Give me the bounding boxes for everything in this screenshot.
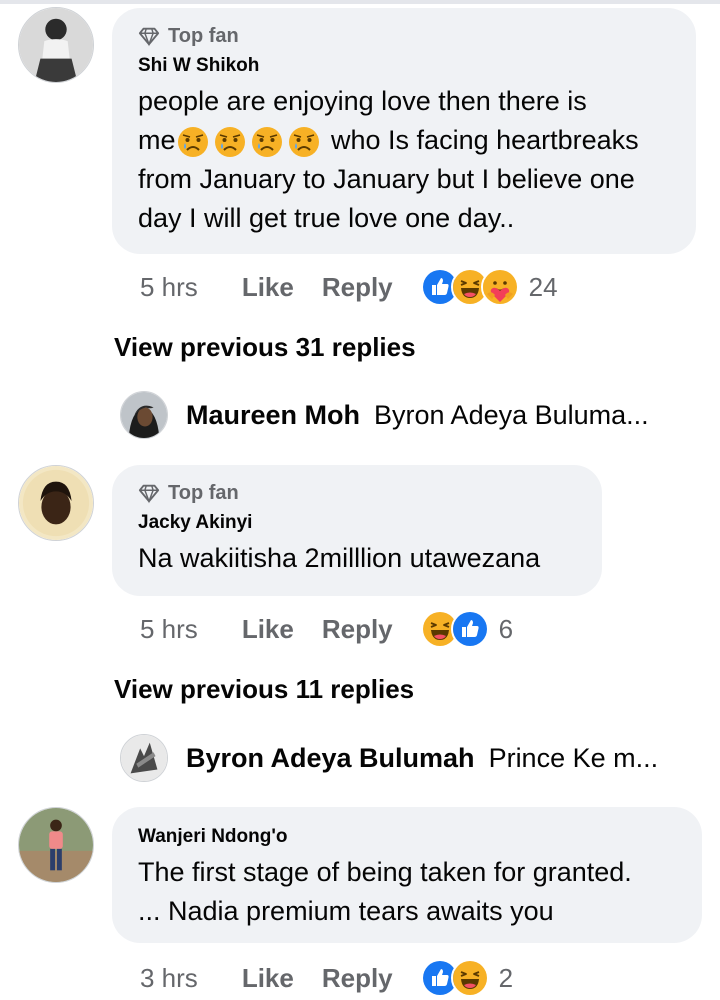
comment-bubble: Wanjeri Ndong'o The first stage of being… <box>112 807 702 943</box>
haha-reaction-icon <box>450 959 489 997</box>
reply-author[interactable]: Maureen Moh <box>186 400 360 431</box>
reply-snippet: Byron Adeya Buluma... <box>374 400 649 430</box>
comment-text: The first stage of being taken for grant… <box>138 853 676 931</box>
comment-timestamp[interactable]: 3 hrs <box>140 963 198 994</box>
care-reaction-icon <box>480 268 519 306</box>
badge-label: Top fan <box>168 481 239 504</box>
like-reaction-icon <box>450 610 489 648</box>
avatar[interactable] <box>120 391 168 439</box>
reaction-count[interactable]: 24 <box>529 272 558 303</box>
comment-author[interactable]: Jacky Akinyi <box>138 511 576 535</box>
comment-timestamp[interactable]: 5 hrs <box>140 614 198 645</box>
sad-tear-emoji-icon <box>213 125 247 159</box>
comment-actions: 5 hrs Like Reply 6 <box>140 610 513 648</box>
reactions-summary[interactable] <box>420 610 489 648</box>
avatar[interactable] <box>18 7 94 83</box>
comment-text: Na wakiitisha 2milllion utawezana <box>138 543 541 573</box>
sad-tear-emoji-icon <box>176 125 210 159</box>
comment-author[interactable]: Shi W Shikoh <box>138 54 670 78</box>
comment-line: from January to January but I believe on… <box>138 164 635 194</box>
reply-preview[interactable]: Byron Adeya Bulumah Prince Ke m... <box>186 743 658 774</box>
comment-line: people are enjoying love then there is <box>138 86 587 116</box>
comment-actions: 3 hrs Like Reply 2 <box>140 959 513 997</box>
view-previous-replies-link[interactable]: View previous 31 replies <box>114 332 416 363</box>
reactions-summary[interactable] <box>420 959 489 997</box>
comment-line: day I will get true love one day.. <box>138 203 515 233</box>
comment-line: ... Nadia premium tears awaits you <box>138 896 554 926</box>
comment-text: people are enjoying love then there is m… <box>138 82 670 238</box>
comment-bubble: Top fan Jacky Akinyi Na wakiitisha 2mill… <box>112 465 602 596</box>
top-fan-badge: Top fan <box>138 22 670 50</box>
like-button[interactable]: Like <box>242 272 294 303</box>
diamond-icon <box>138 27 160 47</box>
reply-author[interactable]: Byron Adeya Bulumah <box>186 743 475 774</box>
reply-button[interactable]: Reply <box>322 614 393 645</box>
comment-fragment: me <box>138 125 176 155</box>
avatar[interactable] <box>120 734 168 782</box>
reply-preview[interactable]: Maureen Moh Byron Adeya Buluma... <box>186 400 649 431</box>
comment-author[interactable]: Wanjeri Ndong'o <box>138 825 676 849</box>
comment-line: The first stage of being taken for grant… <box>138 857 632 887</box>
reply-button[interactable]: Reply <box>322 272 393 303</box>
reply-button[interactable]: Reply <box>322 963 393 994</box>
reply-snippet: Prince Ke m... <box>488 743 659 773</box>
top-fan-badge: Top fan <box>138 479 576 507</box>
comment-actions: 5 hrs Like Reply 24 <box>140 268 558 306</box>
diamond-icon <box>138 484 160 504</box>
comment-line: me who Is facing heartbreaks <box>138 121 670 160</box>
top-divider <box>0 0 720 4</box>
sad-tear-emoji-icon <box>250 125 284 159</box>
view-previous-replies-link[interactable]: View previous 11 replies <box>114 674 414 705</box>
avatar[interactable] <box>18 807 94 883</box>
comment-timestamp[interactable]: 5 hrs <box>140 272 198 303</box>
reactions-summary[interactable] <box>420 268 519 306</box>
reaction-count[interactable]: 6 <box>499 614 513 645</box>
comment-bubble: Top fan Shi W Shikoh people are enjoying… <box>112 8 696 254</box>
like-button[interactable]: Like <box>242 614 294 645</box>
sad-tear-emoji-icon <box>287 125 321 159</box>
avatar[interactable] <box>18 465 94 541</box>
like-button[interactable]: Like <box>242 963 294 994</box>
reaction-count[interactable]: 2 <box>499 963 513 994</box>
badge-label: Top fan <box>168 24 239 47</box>
comment-fragment: who Is facing heartbreaks <box>323 125 639 155</box>
